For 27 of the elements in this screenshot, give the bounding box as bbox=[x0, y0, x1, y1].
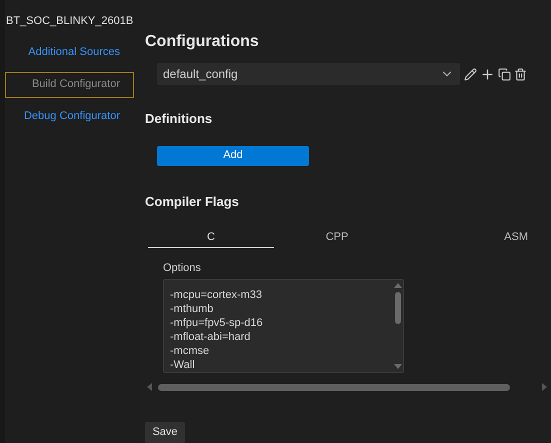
option-line: -mthumb bbox=[170, 302, 214, 316]
dropdown-value: default_config bbox=[163, 66, 238, 83]
horizontal-scrollbar[interactable] bbox=[147, 382, 547, 392]
option-line: -mcmse bbox=[170, 344, 210, 358]
project-title: BT_SOC_BLINKY_2601B bbox=[6, 14, 134, 29]
sidebar-item[interactable]: Additional Sources bbox=[5, 40, 134, 66]
option-line: -Wall bbox=[170, 358, 196, 372]
section-title: Compiler Flags bbox=[145, 192, 240, 211]
sidebar-item[interactable]: Debug Configurator bbox=[5, 104, 134, 130]
add-icon[interactable] bbox=[480, 66, 495, 82]
save-button[interactable]: Save bbox=[145, 422, 185, 443]
tab[interactable]: ASM bbox=[400, 229, 550, 248]
option-line: -mcpu=cortex-m33 bbox=[170, 288, 264, 302]
section-title: Configurations bbox=[145, 32, 260, 52]
option-line: -mfloat-abi=hard bbox=[170, 330, 252, 344]
copy-icon[interactable] bbox=[498, 68, 511, 80]
option-line: -mfpu=fpv5-sp-d16 bbox=[170, 316, 264, 330]
options-textarea[interactable]: -mcpu=cortex-m33 -mthumb -mfpu=fpv5-sp-d16 -mfloat-abi=hard -mcmse -Wall bbox=[163, 278, 404, 373]
delete-icon[interactable] bbox=[514, 68, 527, 80]
options-label: Options bbox=[163, 261, 202, 276]
tab[interactable]: CPP bbox=[274, 229, 400, 248]
add-button[interactable]: Add bbox=[157, 146, 309, 166]
config-dropdown[interactable]: default_config bbox=[157, 63, 460, 85]
tab[interactable]: C bbox=[148, 229, 274, 248]
section-title: Definitions bbox=[145, 110, 214, 128]
sidebar-item[interactable]: Build Configurator bbox=[5, 72, 134, 98]
edit-icon[interactable] bbox=[464, 68, 477, 80]
